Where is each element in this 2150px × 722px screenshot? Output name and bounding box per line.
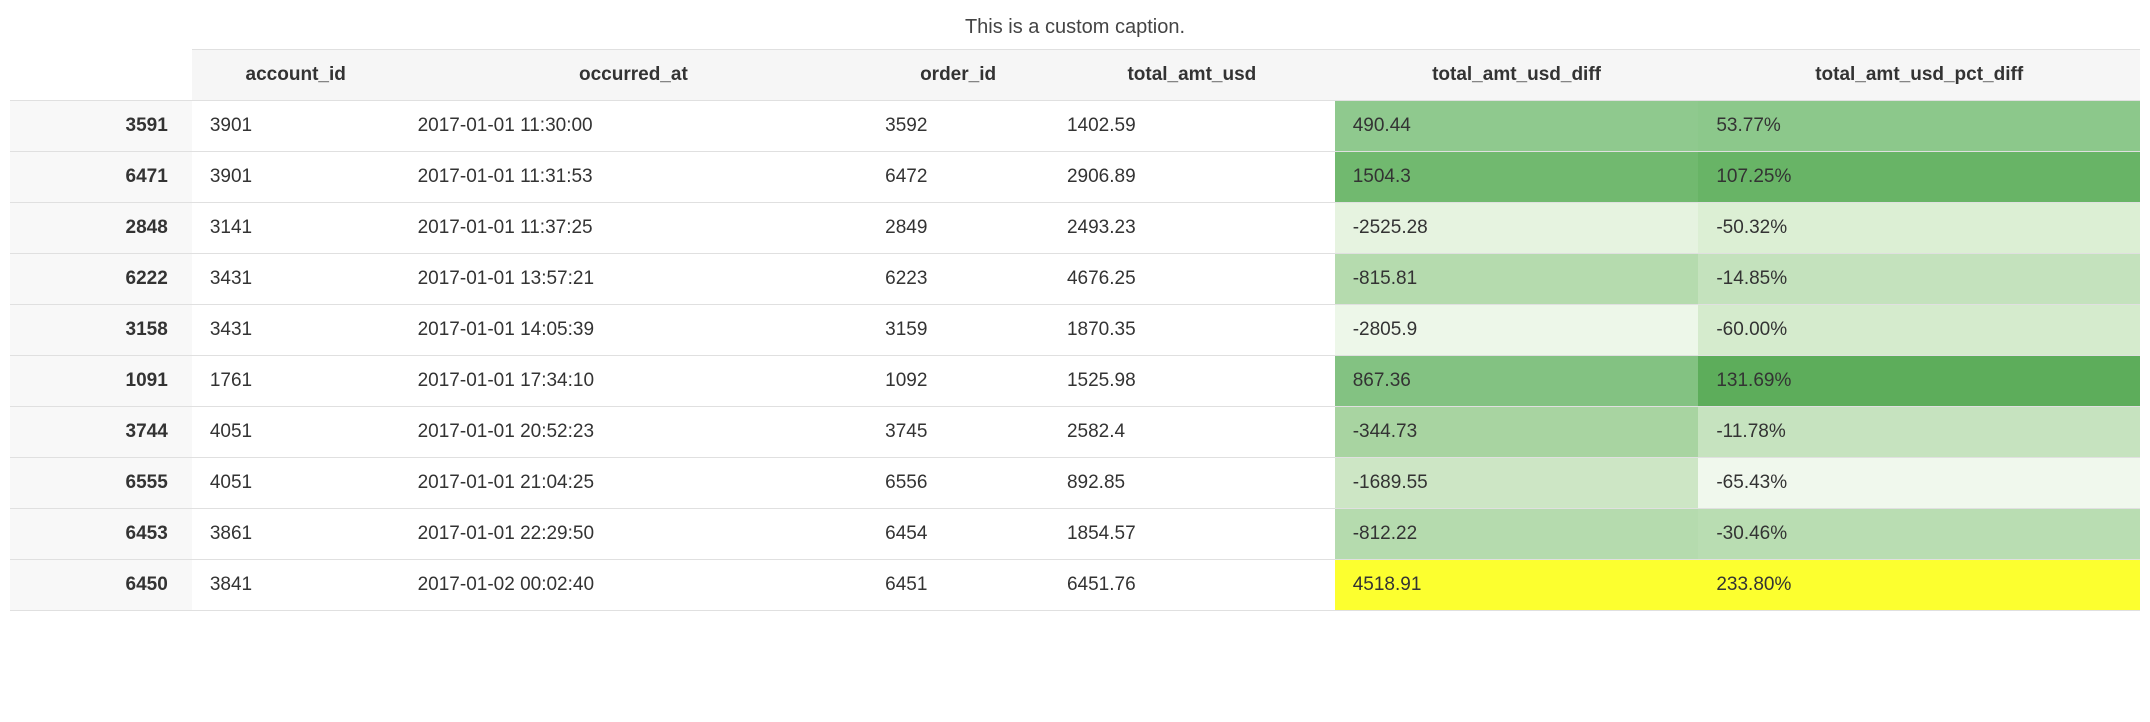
cell-pct-diff: -50.32%	[1698, 203, 2140, 254]
cell-diff: -2805.9	[1335, 305, 1699, 356]
cell-total-amt-usd: 4676.25	[1049, 254, 1335, 305]
table-row: 109117612017-01-01 17:34:1010921525.9886…	[10, 356, 2140, 407]
cell-occurred-at: 2017-01-01 11:31:53	[400, 152, 868, 203]
table-row: 359139012017-01-01 11:30:0035921402.5949…	[10, 101, 2140, 152]
cell-total-amt-usd: 2493.23	[1049, 203, 1335, 254]
cell-account-id: 3141	[192, 203, 400, 254]
cell-pct-diff: 53.77%	[1698, 101, 2140, 152]
cell-account-id: 4051	[192, 458, 400, 509]
row-index: 3158	[10, 305, 192, 356]
cell-total-amt-usd: 1870.35	[1049, 305, 1335, 356]
header-occurred-at: occurred_at	[400, 50, 868, 101]
cell-diff: -812.22	[1335, 509, 1699, 560]
cell-account-id: 3861	[192, 509, 400, 560]
cell-order-id: 3592	[867, 101, 1049, 152]
table-row: 645038412017-01-02 00:02:4064516451.7645…	[10, 560, 2140, 611]
cell-occurred-at: 2017-01-01 21:04:25	[400, 458, 868, 509]
cell-total-amt-usd: 1402.59	[1049, 101, 1335, 152]
row-index: 1091	[10, 356, 192, 407]
cell-order-id: 2849	[867, 203, 1049, 254]
cell-pct-diff: 131.69%	[1698, 356, 2140, 407]
table-row: 645338612017-01-01 22:29:5064541854.57-8…	[10, 509, 2140, 560]
data-table: account_id occurred_at order_id total_am…	[10, 49, 2140, 611]
header-total-amt-usd: total_amt_usd	[1049, 50, 1335, 101]
table-row: 655540512017-01-01 21:04:256556892.85-16…	[10, 458, 2140, 509]
row-index: 6471	[10, 152, 192, 203]
cell-diff: -1689.55	[1335, 458, 1699, 509]
table-row: 622234312017-01-01 13:57:2162234676.25-8…	[10, 254, 2140, 305]
cell-diff: 867.36	[1335, 356, 1699, 407]
cell-occurred-at: 2017-01-01 22:29:50	[400, 509, 868, 560]
header-total-amt-usd-diff: total_amt_usd_diff	[1335, 50, 1699, 101]
header-row: account_id occurred_at order_id total_am…	[10, 50, 2140, 101]
cell-total-amt-usd: 2906.89	[1049, 152, 1335, 203]
cell-total-amt-usd: 1854.57	[1049, 509, 1335, 560]
cell-diff: -344.73	[1335, 407, 1699, 458]
cell-occurred-at: 2017-01-01 17:34:10	[400, 356, 868, 407]
cell-order-id: 6472	[867, 152, 1049, 203]
header-total-amt-usd-pct-diff: total_amt_usd_pct_diff	[1698, 50, 2140, 101]
cell-order-id: 6454	[867, 509, 1049, 560]
cell-diff: -815.81	[1335, 254, 1699, 305]
header-account-id: account_id	[192, 50, 400, 101]
cell-occurred-at: 2017-01-01 11:30:00	[400, 101, 868, 152]
header-order-id: order_id	[867, 50, 1049, 101]
table-row: 284831412017-01-01 11:37:2528492493.23-2…	[10, 203, 2140, 254]
cell-total-amt-usd: 1525.98	[1049, 356, 1335, 407]
cell-account-id: 3841	[192, 560, 400, 611]
cell-account-id: 3901	[192, 101, 400, 152]
cell-order-id: 1092	[867, 356, 1049, 407]
row-index: 6450	[10, 560, 192, 611]
cell-occurred-at: 2017-01-01 20:52:23	[400, 407, 868, 458]
header-index	[10, 50, 192, 101]
cell-order-id: 3745	[867, 407, 1049, 458]
cell-order-id: 6556	[867, 458, 1049, 509]
row-index: 6222	[10, 254, 192, 305]
cell-diff: -2525.28	[1335, 203, 1699, 254]
table-row: 315834312017-01-01 14:05:3931591870.35-2…	[10, 305, 2140, 356]
cell-diff: 1504.3	[1335, 152, 1699, 203]
cell-total-amt-usd: 6451.76	[1049, 560, 1335, 611]
cell-pct-diff: -30.46%	[1698, 509, 2140, 560]
cell-pct-diff: 107.25%	[1698, 152, 2140, 203]
cell-occurred-at: 2017-01-01 13:57:21	[400, 254, 868, 305]
cell-account-id: 3431	[192, 305, 400, 356]
cell-occurred-at: 2017-01-02 00:02:40	[400, 560, 868, 611]
row-index: 3591	[10, 101, 192, 152]
cell-diff: 4518.91	[1335, 560, 1699, 611]
cell-order-id: 6223	[867, 254, 1049, 305]
cell-occurred-at: 2017-01-01 11:37:25	[400, 203, 868, 254]
cell-occurred-at: 2017-01-01 14:05:39	[400, 305, 868, 356]
table-row: 374440512017-01-01 20:52:2337452582.4-34…	[10, 407, 2140, 458]
cell-pct-diff: 233.80%	[1698, 560, 2140, 611]
row-index: 3744	[10, 407, 192, 458]
cell-pct-diff: -60.00%	[1698, 305, 2140, 356]
table-caption: This is a custom caption.	[10, 10, 2140, 49]
row-index: 6453	[10, 509, 192, 560]
cell-diff: 490.44	[1335, 101, 1699, 152]
table-row: 647139012017-01-01 11:31:5364722906.8915…	[10, 152, 2140, 203]
row-index: 2848	[10, 203, 192, 254]
row-index: 6555	[10, 458, 192, 509]
cell-total-amt-usd: 892.85	[1049, 458, 1335, 509]
cell-account-id: 4051	[192, 407, 400, 458]
cell-account-id: 3431	[192, 254, 400, 305]
cell-account-id: 3901	[192, 152, 400, 203]
cell-order-id: 6451	[867, 560, 1049, 611]
cell-pct-diff: -14.85%	[1698, 254, 2140, 305]
cell-pct-diff: -11.78%	[1698, 407, 2140, 458]
cell-account-id: 1761	[192, 356, 400, 407]
cell-pct-diff: -65.43%	[1698, 458, 2140, 509]
cell-order-id: 3159	[867, 305, 1049, 356]
cell-total-amt-usd: 2582.4	[1049, 407, 1335, 458]
